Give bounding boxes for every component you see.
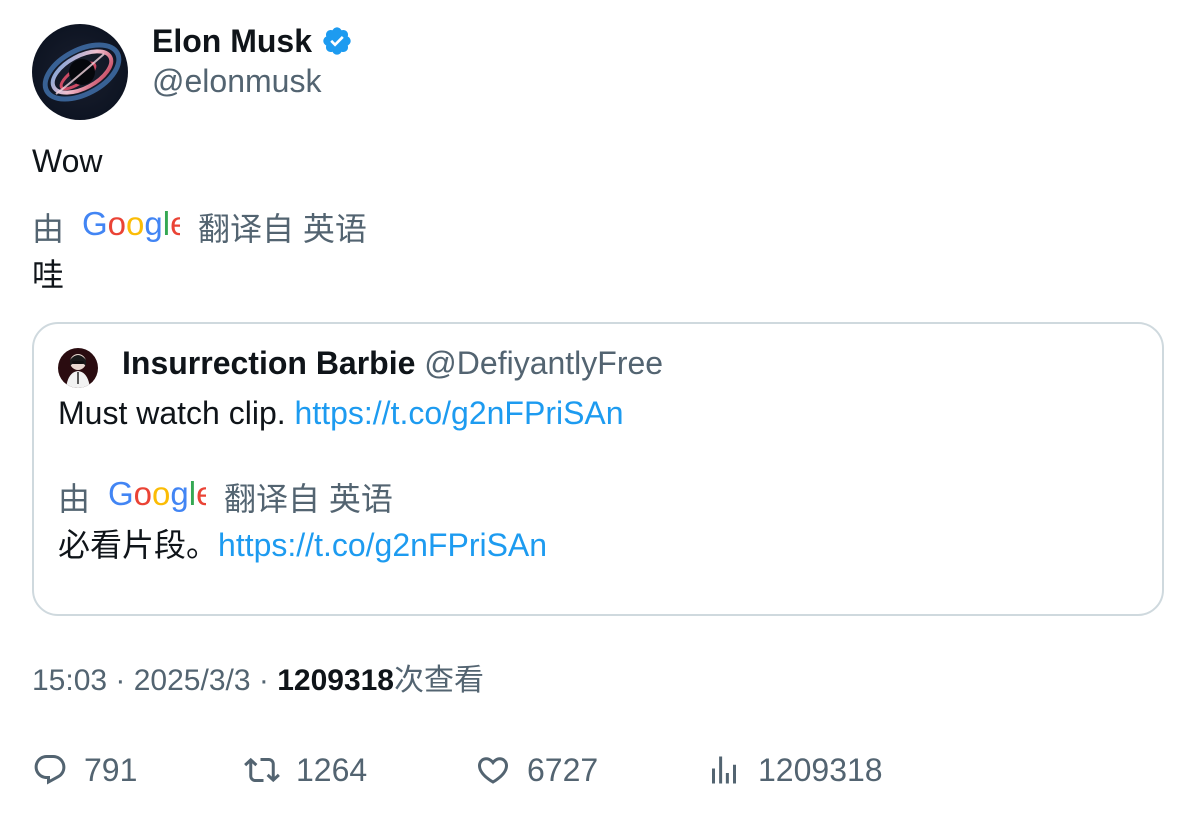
tweet-meta: 15:03 · 2025/3/3 · 1209318次查看 (32, 662, 484, 700)
repost-button[interactable]: 1264 (244, 748, 367, 792)
quoted-translated-text: 必看片段。https://t.co/g2nFPriSAn (58, 526, 547, 564)
quoted-translate-source-label[interactable]: 翻译自 英语 (224, 480, 393, 518)
translation-attribution: 由 Google 翻译自 英语 (32, 205, 367, 250)
quoted-translated-body: 必看片段。 (58, 527, 219, 563)
quoted-author-handle: @DefiyantlyFree (424, 345, 664, 381)
meta-separator: · (107, 664, 134, 697)
quoted-link[interactable]: https://t.co/g2nFPriSAn (295, 395, 624, 431)
quoted-author-avatar[interactable] (58, 348, 98, 388)
like-button[interactable]: 6727 (475, 748, 598, 792)
repost-count: 1264 (296, 752, 368, 788)
reply-icon (34, 755, 66, 785)
quoted-translation-attribution: 由 Google 翻译自 英语 (58, 475, 393, 520)
repost-icon (244, 757, 280, 783)
google-logo-icon: Google (82, 205, 188, 250)
reply-count: 791 (84, 752, 138, 788)
author-name[interactable]: Elon Musk (152, 22, 353, 60)
quoted-tweet-text: Must watch clip. https://t.co/g2nFPriSAn (58, 394, 624, 432)
quoted-author-name: Insurrection Barbie (122, 345, 416, 381)
verified-badge-icon (321, 25, 353, 57)
author-avatar[interactable] (32, 24, 128, 120)
heart-icon (477, 757, 509, 784)
translated-tweet-text: 哇 (32, 257, 65, 293)
quoted-tweet-card[interactable]: Insurrection Barbie @DefiyantlyFree Must… (32, 322, 1164, 616)
like-count: 6727 (527, 752, 599, 788)
svg-text:Google: Google (82, 208, 180, 242)
author-handle[interactable]: @elonmusk (152, 62, 321, 100)
google-logo-icon: Google (108, 475, 214, 520)
views-action-count: 1209318 (758, 752, 883, 788)
quoted-author: Insurrection Barbie @DefiyantlyFree (122, 344, 663, 382)
meta-separator-2: · (250, 664, 278, 697)
quoted-translated-link[interactable]: https://t.co/g2nFPriSAn (218, 527, 547, 563)
tweet-text: Wow (32, 143, 103, 179)
views-label: 次查看 (394, 664, 484, 697)
svg-text:Google: Google (108, 478, 206, 512)
quoted-avatar-image (58, 348, 98, 388)
reply-button[interactable]: 791 (32, 748, 137, 792)
views-button[interactable]: 1209318 (706, 748, 883, 792)
translate-source-label[interactable]: 翻译自 英语 (198, 210, 367, 248)
analytics-icon (712, 756, 736, 784)
tweet-time[interactable]: 15:03 (32, 664, 107, 697)
black-hole-avatar-image (32, 24, 128, 120)
action-bar: 791 1264 6727 1209318 (32, 748, 1162, 792)
translate-prefix: 由 (32, 211, 65, 247)
author-name-text: Elon Musk (152, 23, 313, 59)
quoted-translate-prefix: 由 (58, 481, 91, 517)
views-count: 1209318 (277, 664, 394, 697)
tweet-date[interactable]: 2025/3/3 (134, 664, 251, 697)
quoted-text-body: Must watch clip. (58, 395, 295, 431)
